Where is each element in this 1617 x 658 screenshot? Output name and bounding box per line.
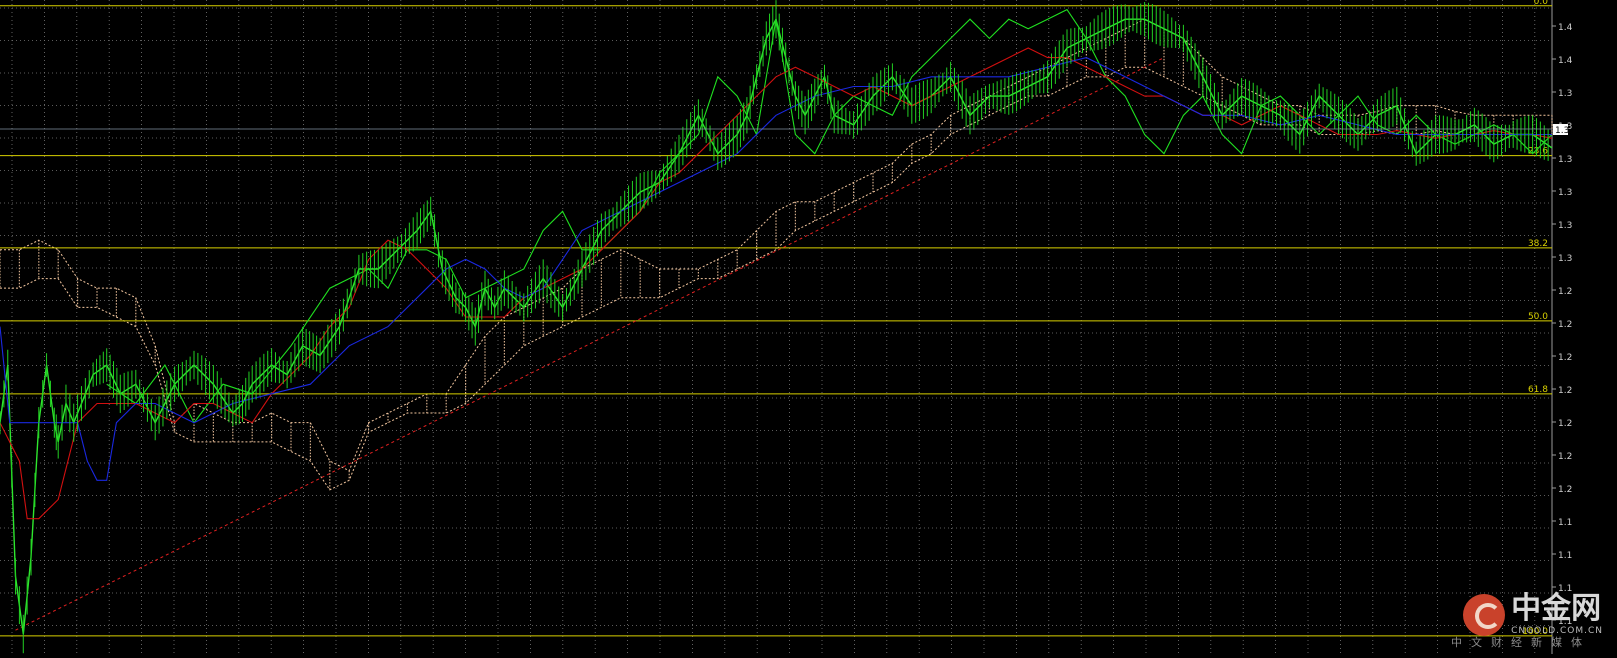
price-axis-label: 1.3	[1558, 221, 1572, 231]
price-axis-label: 1.2	[1558, 353, 1572, 363]
ichimoku-chart: 1.4 1.4 1.3 1.3 1.3 1.3 1.3 1.3 1.2 1.2 1.2 1.2 1.2 1…	[0, 0, 1617, 654]
brand-logo-icon	[1463, 594, 1506, 636]
price-axis-label: 1.3	[1558, 155, 1572, 165]
fibonacci-level-label: 38.2	[1528, 239, 1548, 249]
current-price-label: 1.3	[1555, 126, 1569, 136]
price-axis-label: 1.1	[1558, 518, 1572, 528]
brand-slogan: 中文财经新媒体	[1451, 636, 1591, 649]
fibonacci-level-label: 50.0	[1528, 312, 1548, 322]
price-axis-label: 1.2	[1558, 419, 1572, 429]
brand-logo: 中金网 CNGOLD.COM.CN	[1463, 594, 1603, 636]
fibonacci-level-label: 0.0	[1534, 0, 1549, 7]
price-axis-label: 1.1	[1558, 551, 1572, 561]
price-axis-label: 1.4	[1558, 56, 1573, 66]
price-axis-label: 1.3	[1558, 188, 1572, 198]
brand-title: 中金网	[1511, 591, 1602, 626]
price-axis-label: 1.2	[1558, 452, 1572, 462]
price-axis-label: 1.2	[1558, 320, 1572, 330]
chart-container: 1.4 1.4 1.3 1.3 1.3 1.3 1.3 1.3 1.2 1.2 1.2 1.2 1.2 1…	[0, 0, 1617, 654]
fibonacci-level-label: 61.8	[1528, 385, 1548, 395]
price-axis-label: 1.4	[1558, 23, 1573, 33]
price-axis-label: 1.3	[1558, 89, 1572, 99]
price-axis-label: 1.3	[1558, 254, 1572, 264]
price-axis-label: 1.2	[1558, 386, 1572, 396]
price-axis-label: 1.2	[1558, 485, 1572, 495]
price-axis-label: 1.2	[1558, 287, 1572, 297]
